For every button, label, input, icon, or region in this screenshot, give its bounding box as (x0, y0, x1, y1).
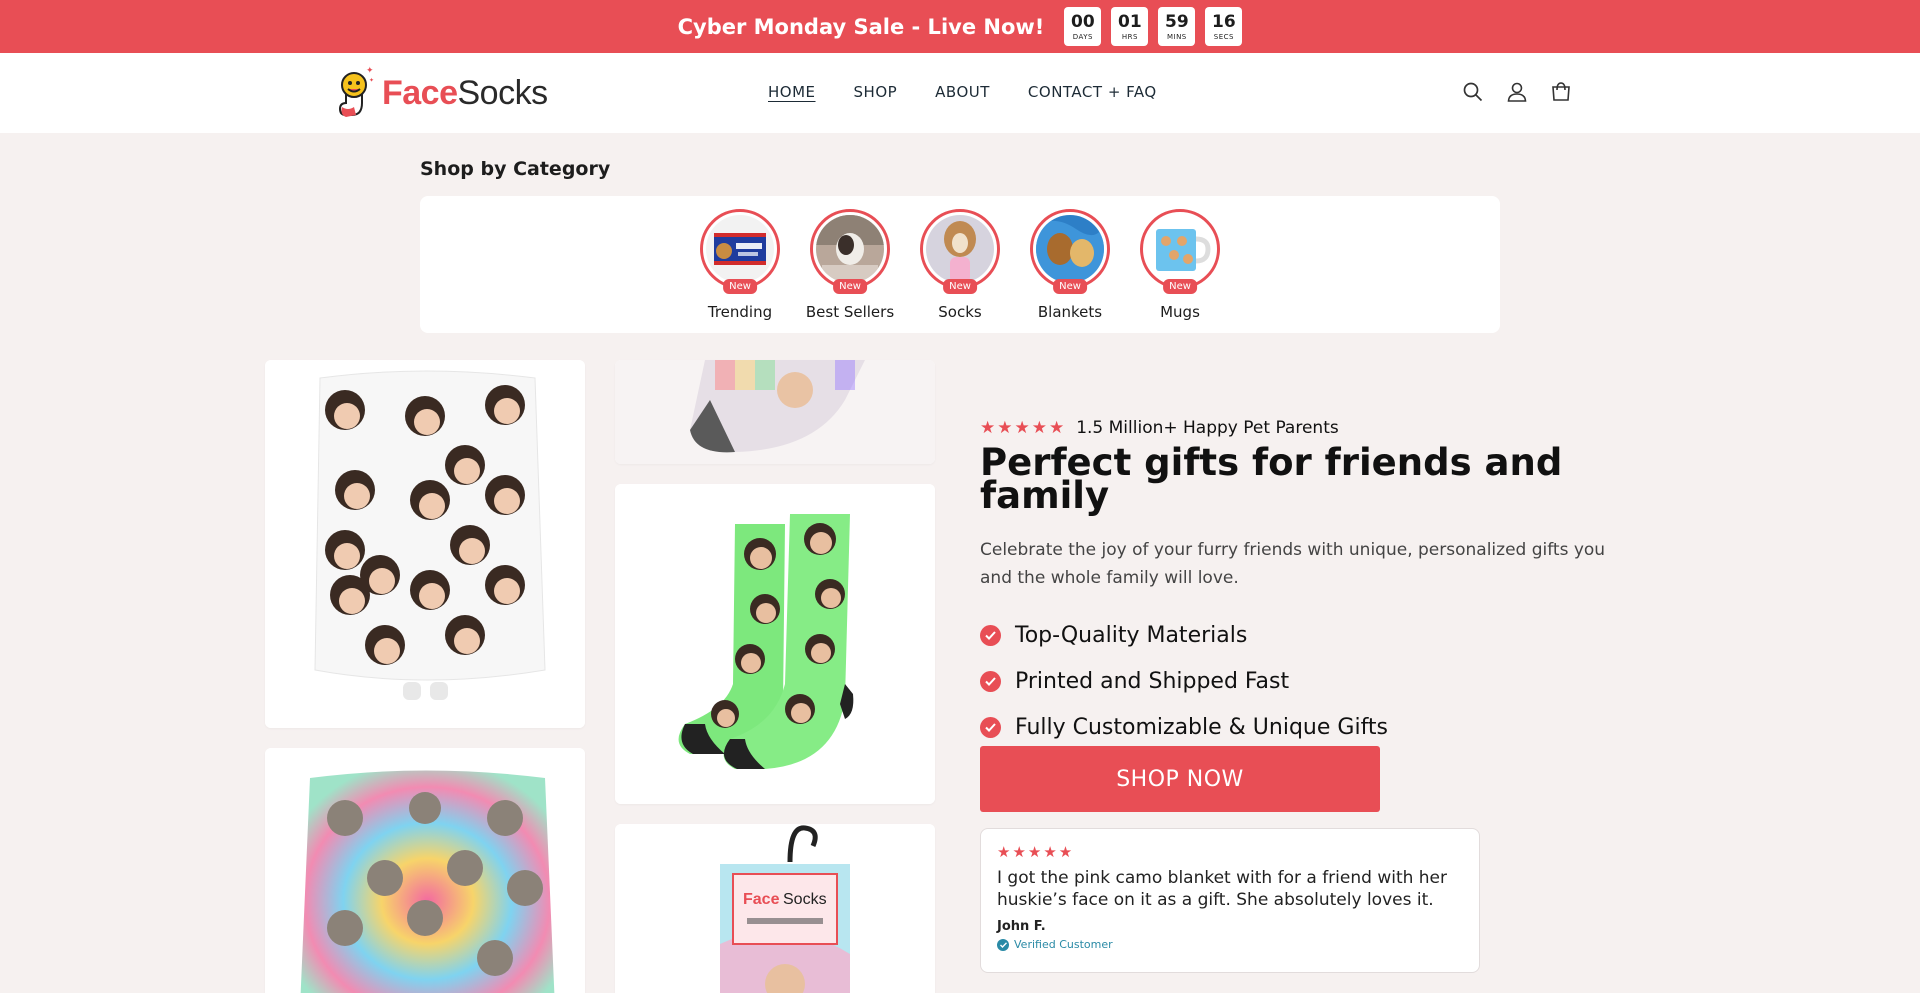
logo-face-text: Face (382, 73, 458, 112)
feature-item: Top-Quality Materials (980, 612, 1630, 658)
svg-text:Socks: Socks (783, 891, 827, 908)
new-badge: New (1053, 279, 1087, 294)
header-icons (1462, 80, 1572, 104)
category-label: Socks (938, 303, 982, 321)
new-badge: New (1163, 279, 1197, 294)
packaged-socks-image[interactable]: Face Socks (615, 824, 935, 993)
search-icon[interactable] (1462, 80, 1484, 104)
announcement-text: Cyber Monday Sale - Live Now! (677, 14, 1045, 39)
logo-wordmark: FaceSocks (382, 74, 548, 113)
verified-badge: Verified Customer (997, 938, 1463, 951)
category-trending[interactable]: New Trending (700, 209, 780, 321)
category-label: Blankets (1037, 303, 1103, 321)
review-stars-icon: ★★★★★ (997, 843, 1075, 861)
nav-home[interactable]: HOME (768, 83, 816, 101)
cart-icon[interactable] (1550, 80, 1572, 104)
feature-item: Printed and Shipped Fast (980, 658, 1630, 704)
verified-check-icon (997, 938, 1009, 951)
hero-content: ★★★★★ 1.5 Million+ Happy Pet Parents Per… (980, 418, 1630, 750)
nav-contact-faq[interactable]: CONTACT + FAQ (1028, 83, 1157, 101)
socks-image (926, 215, 994, 283)
svg-text:✦: ✦ (369, 77, 374, 84)
face-blanket-white-image[interactable] (265, 360, 585, 728)
site-header: ✦ ✦ FaceSocks HOME SHOP ABOUT CONTACT + … (0, 53, 1920, 133)
rating-text: 1.5 Million+ Happy Pet Parents (1076, 418, 1339, 438)
check-icon (980, 624, 1001, 646)
category-socks[interactable]: New Socks (920, 209, 1000, 321)
countdown-value: 00 (1071, 11, 1095, 32)
review-text: I got the pink camo blanket with for a f… (997, 868, 1448, 910)
feature-item: Fully Customizable & Unique Gifts (980, 704, 1630, 750)
verified-text: Verified Customer (1014, 938, 1113, 951)
countdown-label: DAYS (1072, 32, 1093, 41)
feature-list: Top-Quality Materials Printed and Shippe… (980, 612, 1630, 750)
feature-text: Fully Customizable & Unique Gifts (1015, 714, 1389, 740)
countdown-label: HRS (1121, 32, 1138, 41)
pride-sock-image[interactable] (615, 360, 935, 464)
check-icon (980, 670, 1001, 692)
svg-text:Face: Face (743, 891, 780, 908)
category-label: Trending (707, 303, 773, 321)
category-list: New Trending New Best Sellers New Socks … (700, 209, 1220, 321)
blankets-image (1036, 215, 1104, 283)
new-badge: New (943, 279, 977, 294)
review-card: ★★★★★ I got the pink camo blanket with f… (980, 828, 1480, 973)
countdown-value: 59 (1165, 11, 1189, 32)
countdown-seconds: 16 SECS (1205, 7, 1243, 46)
hero-subtitle: Celebrate the joy of your furry friends … (980, 540, 1606, 588)
category-thumbnail: New (920, 209, 1000, 294)
countdown-minutes: 59 MINS (1158, 7, 1196, 46)
site-logo[interactable]: ✦ ✦ FaceSocks (338, 63, 548, 123)
category-thumbnail: New (1030, 209, 1110, 294)
category-mugs[interactable]: New Mugs (1140, 209, 1220, 321)
announcement-bar: Cyber Monday Sale - Live Now! 00 DAYS 01… (0, 0, 1920, 53)
countdown-value: 16 (1212, 11, 1236, 32)
rating-row: ★★★★★ 1.5 Million+ Happy Pet Parents (980, 418, 1630, 438)
countdown-hours: 01 HRS (1111, 7, 1149, 46)
green-face-socks-image[interactable] (615, 484, 935, 804)
main-nav: HOME SHOP ABOUT CONTACT + FAQ (768, 83, 1157, 101)
trending-image (706, 215, 774, 283)
mugs-image (1146, 215, 1214, 283)
best-sellers-image (816, 215, 884, 283)
category-best-sellers[interactable]: New Best Sellers (806, 209, 894, 321)
nav-about[interactable]: ABOUT (935, 83, 990, 101)
shop-now-button[interactable]: SHOP NOW (980, 746, 1380, 812)
category-thumbnail: New (1140, 209, 1220, 294)
countdown-label: MINS (1166, 32, 1187, 41)
svg-text:✦: ✦ (366, 66, 374, 76)
countdown-value: 01 (1118, 11, 1142, 32)
rating-stars-icon: ★★★★★ (980, 418, 1067, 438)
review-author: John F. (997, 919, 1046, 934)
feature-text: Printed and Shipped Fast (1015, 668, 1290, 694)
category-blankets[interactable]: New Blankets (1030, 209, 1110, 321)
nav-shop[interactable]: SHOP (854, 83, 898, 101)
category-heading: Shop by Category (420, 158, 611, 180)
new-badge: New (833, 279, 867, 294)
countdown-label: SECS (1213, 32, 1234, 41)
new-badge: New (723, 279, 757, 294)
account-icon[interactable] (1506, 80, 1528, 104)
check-icon (980, 716, 1001, 738)
logo-socks-text: Socks (457, 73, 549, 112)
category-thumbnail: New (810, 209, 890, 294)
sock-mascot-icon: ✦ ✦ (338, 63, 376, 123)
category-label: Best Sellers (805, 303, 895, 321)
feature-text: Top-Quality Materials (1015, 622, 1248, 648)
hero-title: Perfect gifts for friends and family (980, 441, 1563, 517)
category-label: Mugs (1160, 303, 1200, 321)
tie-dye-cat-blanket-image[interactable] (265, 748, 585, 993)
countdown-days: 00 DAYS (1064, 7, 1102, 46)
category-thumbnail: New (700, 209, 780, 294)
